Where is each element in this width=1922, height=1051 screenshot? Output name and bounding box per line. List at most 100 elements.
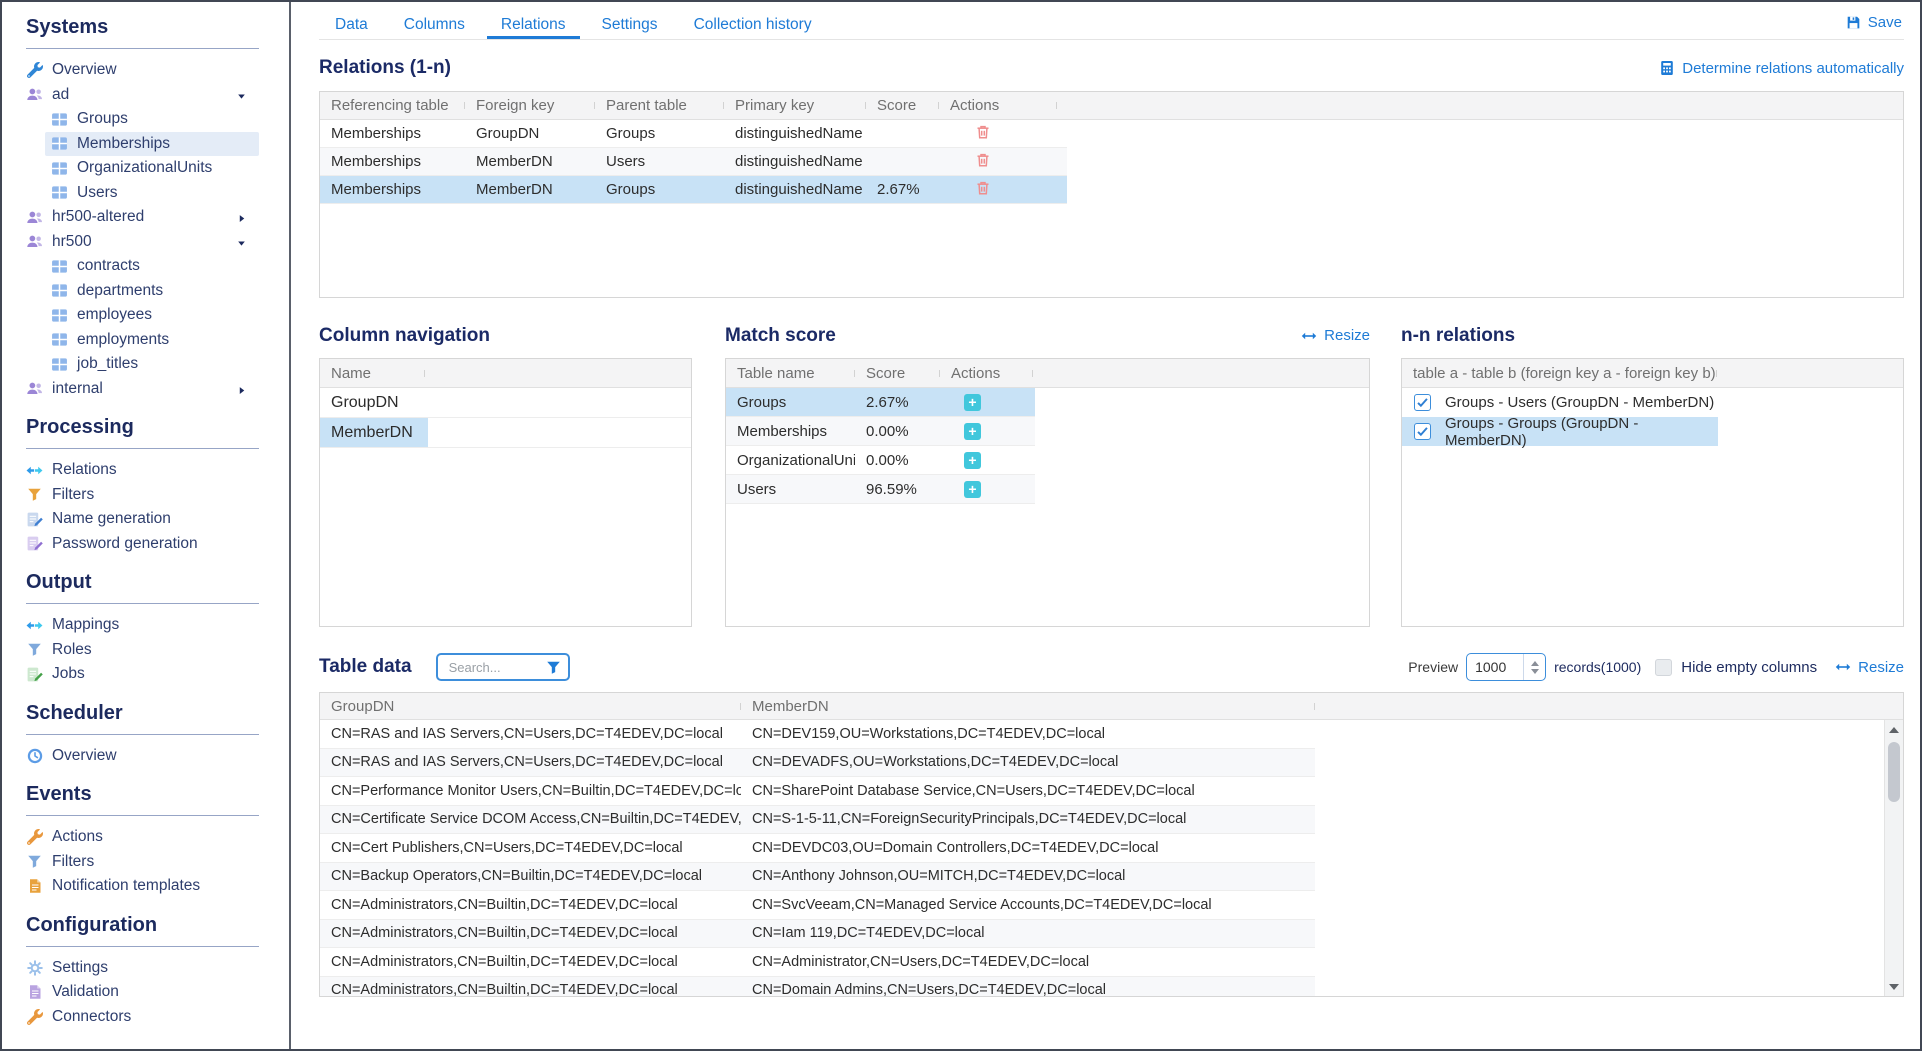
sidebar-item-relations[interactable]: Relations bbox=[20, 458, 259, 483]
sidebar-item-employees[interactable]: employees bbox=[45, 303, 259, 328]
sidebar-item-label: Overview bbox=[52, 747, 117, 765]
tab-collection-history[interactable]: Collection history bbox=[692, 16, 814, 39]
preview-label: Preview bbox=[1408, 659, 1458, 675]
checkbox-checked[interactable] bbox=[1414, 394, 1431, 411]
sidebar-item-overview[interactable]: Overview bbox=[20, 58, 259, 83]
sidebar-item-ad[interactable]: ad bbox=[20, 83, 259, 108]
sidebar-item-actions[interactable]: Actions bbox=[20, 825, 259, 850]
hide-empty-columns-checkbox[interactable] bbox=[1655, 659, 1672, 676]
relations-table: Referencing tableForeign keyParent table… bbox=[319, 91, 1904, 298]
cell: 0.00% bbox=[855, 452, 940, 469]
tab-relations[interactable]: Relations bbox=[499, 16, 568, 39]
sidebar-item-settings[interactable]: Settings bbox=[20, 956, 259, 981]
table-data-row[interactable]: CN=Backup Operators,CN=Builtin,DC=T4EDEV… bbox=[320, 863, 1315, 892]
determine-relations-button[interactable]: Determine relations automatically bbox=[1659, 60, 1904, 77]
relation-row[interactable]: MembershipsMemberDNGroupsdistinguishedNa… bbox=[320, 176, 1067, 204]
tab-settings[interactable]: Settings bbox=[600, 16, 660, 39]
table-data-row[interactable]: CN=Certificate Service DCOM Access,CN=Bu… bbox=[320, 806, 1315, 835]
sidebar-item-contracts[interactable]: contracts bbox=[45, 254, 259, 279]
delete-icon[interactable] bbox=[975, 152, 991, 168]
match-score-row[interactable]: Memberships0.00%+ bbox=[726, 417, 1035, 446]
chevron-down-icon[interactable] bbox=[236, 236, 247, 254]
sidebar-item-connectors[interactable]: Connectors bbox=[20, 1005, 259, 1030]
sidebar-item-label: Validation bbox=[52, 983, 119, 1001]
match-score-row[interactable]: Users96.59%+ bbox=[726, 475, 1035, 504]
chevron-down-icon[interactable] bbox=[236, 89, 247, 107]
nn-relation-row[interactable]: Groups - Groups (GroupDN - MemberDN) bbox=[1402, 417, 1718, 446]
scrollbar-thumb[interactable] bbox=[1888, 742, 1900, 802]
search-input[interactable] bbox=[436, 653, 570, 681]
sidebar-item-hr500[interactable]: hr500 bbox=[20, 230, 259, 255]
resize-match-score-button[interactable]: Resize bbox=[1301, 327, 1370, 344]
tab-data[interactable]: Data bbox=[333, 16, 370, 39]
increment-icon[interactable] bbox=[1531, 661, 1539, 666]
sidebar-item-label: Filters bbox=[52, 853, 94, 871]
table-data-row[interactable]: CN=Performance Monitor Users,CN=Builtin,… bbox=[320, 777, 1315, 806]
match-score-row[interactable]: OrganizationalUnits0.00%+ bbox=[726, 446, 1035, 475]
sidebar-item-groups[interactable]: Groups bbox=[45, 107, 259, 132]
wrench-icon bbox=[26, 829, 43, 846]
preview-count-field[interactable] bbox=[1467, 658, 1523, 676]
decrement-icon[interactable] bbox=[1531, 669, 1539, 674]
add-relation-button[interactable]: + bbox=[964, 452, 981, 469]
checkbox-checked[interactable] bbox=[1414, 423, 1431, 440]
table-data-row[interactable]: CN=RAS and IAS Servers,CN=Users,DC=T4EDE… bbox=[320, 720, 1315, 749]
cell: 2.67% bbox=[855, 394, 940, 411]
cell: distinguishedName bbox=[724, 125, 866, 142]
cell: GroupDN bbox=[465, 125, 595, 142]
sidebar-item-validation[interactable]: Validation bbox=[20, 980, 259, 1005]
sidebar-item-users[interactable]: Users bbox=[45, 181, 259, 206]
sidebar-item-label: hr500-altered bbox=[52, 208, 144, 226]
add-relation-button[interactable]: + bbox=[964, 423, 981, 440]
preview-count-input[interactable] bbox=[1466, 653, 1546, 681]
sidebar-item-name-generation[interactable]: Name generation bbox=[20, 507, 259, 532]
search-field[interactable] bbox=[447, 659, 546, 676]
column-header-table-a-table-b-foreign-key-a-foreign-key-b: table a - table b (foreign key a - forei… bbox=[1402, 365, 1717, 382]
table-icon bbox=[51, 331, 68, 348]
resize-table-data-button[interactable]: Resize bbox=[1835, 659, 1904, 676]
match-score-row[interactable]: Groups2.67%+ bbox=[726, 388, 1035, 417]
tab-columns[interactable]: Columns bbox=[402, 16, 467, 39]
chevron-right-icon[interactable] bbox=[236, 211, 247, 229]
column-nav-row[interactable]: MemberDN bbox=[320, 418, 691, 448]
relation-row[interactable]: MembershipsMemberDNUsersdistinguishedNam… bbox=[320, 148, 1067, 176]
chevron-right-icon[interactable] bbox=[236, 383, 247, 401]
save-button[interactable]: Save bbox=[1846, 14, 1902, 31]
cell: Users bbox=[726, 481, 855, 498]
sidebar-item-roles[interactable]: Roles bbox=[20, 638, 259, 663]
relation-row[interactable]: MembershipsGroupDNGroupsdistinguishedNam… bbox=[320, 120, 1067, 148]
sidebar-item-filters[interactable]: Filters bbox=[20, 483, 259, 508]
table-data-row[interactable]: CN=RAS and IAS Servers,CN=Users,DC=T4EDE… bbox=[320, 749, 1315, 778]
sidebar-item-hr500-altered[interactable]: hr500-altered bbox=[20, 205, 259, 230]
preview-count-stepper[interactable] bbox=[1523, 654, 1545, 680]
add-relation-button[interactable]: + bbox=[964, 481, 981, 498]
table-data-row[interactable]: CN=Cert Publishers,CN=Users,DC=T4EDEV,DC… bbox=[320, 834, 1315, 863]
sidebar-item-password-generation[interactable]: Password generation bbox=[20, 532, 259, 557]
sidebar-item-job-titles[interactable]: job_titles bbox=[45, 352, 259, 377]
cell: Users bbox=[595, 153, 724, 170]
table-data-row[interactable]: CN=Administrators,CN=Builtin,DC=T4EDEV,D… bbox=[320, 891, 1315, 920]
nn-relation-row[interactable]: Groups - Users (GroupDN - MemberDN) bbox=[1402, 388, 1718, 417]
sidebar-item-employments[interactable]: employments bbox=[45, 328, 259, 353]
column-nav-row[interactable]: GroupDN bbox=[320, 388, 691, 418]
delete-icon[interactable] bbox=[975, 124, 991, 140]
scroll-up-icon[interactable] bbox=[1885, 720, 1903, 739]
delete-icon[interactable] bbox=[975, 180, 991, 196]
sidebar-item-internal[interactable]: internal bbox=[20, 377, 259, 402]
sidebar-item-overview[interactable]: Overview bbox=[20, 744, 259, 769]
sidebar-item-filters[interactable]: Filters bbox=[20, 850, 259, 875]
vertical-scrollbar[interactable] bbox=[1884, 720, 1903, 996]
sidebar-item-departments[interactable]: departments bbox=[45, 279, 259, 304]
sidebar-item-memberships[interactable]: Memberships bbox=[45, 132, 259, 157]
sidebar-item-mappings[interactable]: Mappings bbox=[20, 613, 259, 638]
sidebar-item-organizationalunits[interactable]: OrganizationalUnits bbox=[45, 156, 259, 181]
table-icon bbox=[51, 258, 68, 275]
table-data-row[interactable]: CN=Administrators,CN=Builtin,DC=T4EDEV,D… bbox=[320, 920, 1315, 949]
sidebar-item-jobs[interactable]: Jobs bbox=[20, 662, 259, 687]
table-data-row[interactable]: CN=Administrators,CN=Builtin,DC=T4EDEV,D… bbox=[320, 948, 1315, 977]
add-relation-button[interactable]: + bbox=[964, 394, 981, 411]
table-data-row[interactable]: CN=Administrators,CN=Builtin,DC=T4EDEV,D… bbox=[320, 977, 1315, 998]
sidebar-item-notification-templates[interactable]: Notification templates bbox=[20, 874, 259, 899]
scroll-down-icon[interactable] bbox=[1885, 977, 1903, 996]
sidebar-items: MappingsRolesJobs bbox=[2, 613, 289, 687]
